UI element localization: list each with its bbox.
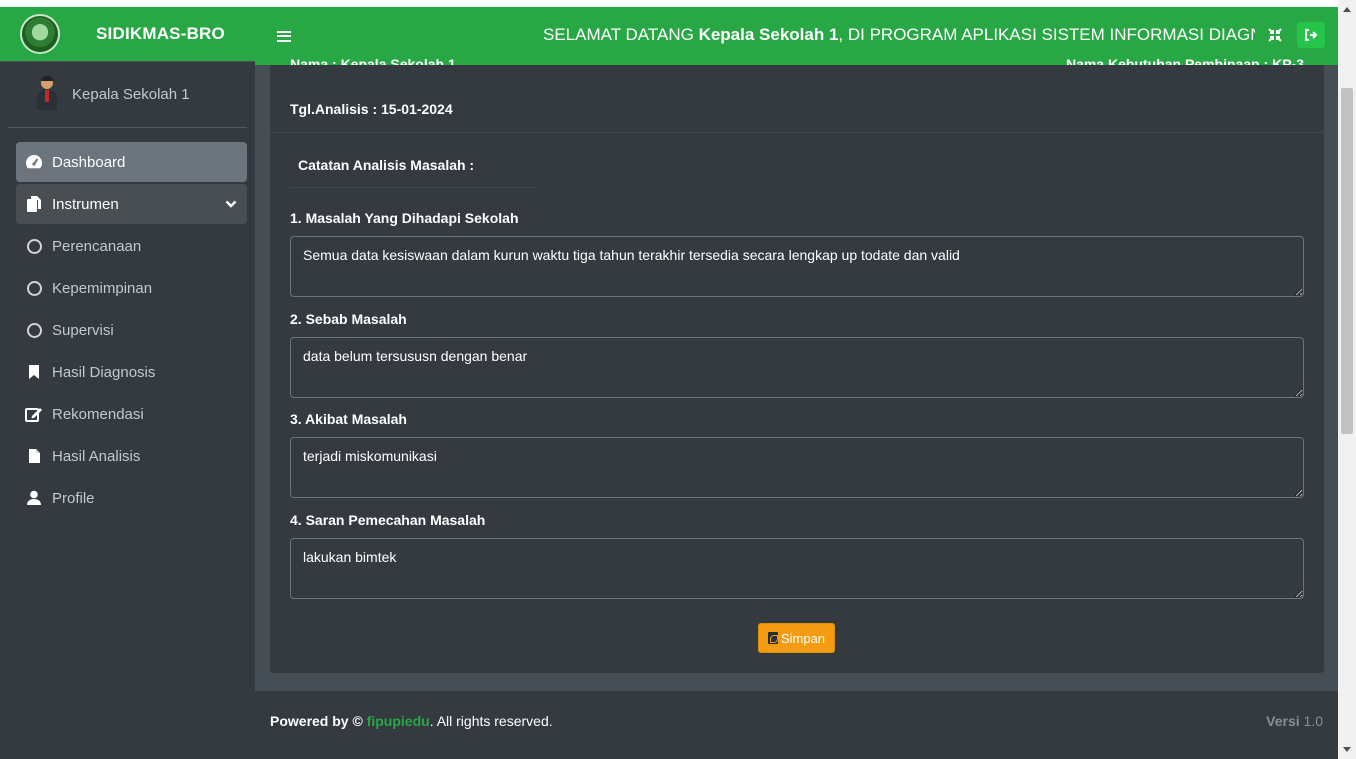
scroll-down-icon[interactable] bbox=[1343, 747, 1351, 752]
question-label-2: 2. Sebab Masalah bbox=[290, 311, 407, 327]
fullscreen-compress-icon[interactable] bbox=[1261, 22, 1289, 48]
welcome-text: SELAMAT DATANG Kepala Sekolah 1, DI PROG… bbox=[543, 25, 1255, 44]
divider bbox=[290, 187, 536, 188]
sidebar-item-label: Supervisi bbox=[52, 321, 114, 339]
footer-version: Versi 1.0 bbox=[1266, 713, 1323, 729]
circle-icon bbox=[24, 236, 44, 256]
sidebar-item-instrumen[interactable]: Instrumen bbox=[16, 184, 247, 224]
page-scrollbar[interactable] bbox=[1338, 0, 1356, 759]
brand-logo-icon bbox=[20, 14, 60, 54]
question-label-1: 1. Masalah Yang Dihadapi Sekolah bbox=[290, 210, 519, 226]
question-label-3: 3. Akibat Masalah bbox=[290, 411, 407, 427]
bookmark-icon bbox=[24, 362, 44, 382]
sidebar-item-label: Instrumen bbox=[52, 195, 119, 213]
edit-icon bbox=[24, 404, 44, 424]
avatar bbox=[36, 75, 58, 113]
footer-link[interactable]: fipupiedu bbox=[367, 713, 430, 729]
save-button[interactable]: Simpan bbox=[758, 623, 835, 653]
user-icon bbox=[24, 488, 44, 508]
save-button-label: Simpan bbox=[780, 630, 826, 646]
sidebar-item-kepemimpinan[interactable]: Kepemimpinan bbox=[16, 268, 247, 308]
file-icon bbox=[24, 446, 44, 466]
notes-title: Catatan Analisis Masalah : bbox=[298, 157, 475, 173]
sidebar-item-hasil-diagnosis[interactable]: Hasil Diagnosis bbox=[16, 352, 247, 392]
analysis-card: Nama : Kepala Sekolah 1 Nama Kebutuhan P… bbox=[270, 57, 1324, 673]
sidebar: SIDIKMAS-BRO Kepala Sekolah 1 Dashboard … bbox=[0, 7, 255, 759]
copy-icon bbox=[24, 194, 44, 214]
divider bbox=[270, 132, 1324, 133]
brand-title: SIDIKMAS-BRO bbox=[96, 24, 225, 43]
sidebar-item-label: Rekomendasi bbox=[52, 405, 144, 423]
welcome-user: Kepala Sekolah 1 bbox=[698, 25, 839, 44]
question-label-4: 4. Saran Pemecahan Masalah bbox=[290, 512, 486, 528]
footer-credit: Powered by © fipupiedu. All rights reser… bbox=[270, 713, 553, 729]
sebab-textarea[interactable]: data belum tersususn dengan benar bbox=[290, 337, 1304, 398]
scroll-up-icon[interactable] bbox=[1343, 7, 1351, 12]
akibat-textarea[interactable]: terjadi miskomunikasi bbox=[290, 437, 1304, 498]
chevron-down-icon bbox=[225, 196, 237, 213]
saran-textarea[interactable]: lakukan bimtek bbox=[290, 538, 1304, 599]
user-panel[interactable]: Kepala Sekolah 1 bbox=[8, 62, 247, 128]
window-top-strip bbox=[0, 0, 1356, 7]
user-name: Kepala Sekolah 1 bbox=[72, 86, 190, 103]
circle-icon bbox=[24, 278, 44, 298]
sidebar-item-label: Profile bbox=[52, 489, 95, 507]
tachometer-icon bbox=[24, 152, 44, 172]
brand-link[interactable]: SIDIKMAS-BRO bbox=[0, 7, 255, 62]
menu-toggle-icon[interactable] bbox=[277, 30, 291, 42]
sidebar-item-label: Hasil Diagnosis bbox=[52, 363, 156, 381]
sidebar-nav: Dashboard Instrumen Perencanaan Kepemimp… bbox=[0, 128, 255, 518]
file-pdf-icon bbox=[767, 632, 778, 644]
kepala-sekolah-name: Nama : Kepala Sekolah 1 bbox=[290, 57, 456, 65]
analysis-date: Tgl.Analisis : 15-01-2024 bbox=[290, 101, 453, 117]
sidebar-item-dashboard[interactable]: Dashboard bbox=[16, 142, 247, 182]
sidebar-item-label: Kepemimpinan bbox=[52, 279, 153, 297]
sidebar-item-perencanaan[interactable]: Perencanaan bbox=[16, 226, 247, 266]
sidebar-item-label: Hasil Analisis bbox=[52, 447, 141, 465]
kebutuhan-pembinaan: Nama Kebutuhan Pembinaan : KP-3 bbox=[1065, 57, 1304, 65]
masalah-textarea[interactable]: Semua data kesiswaan dalam kurun waktu t… bbox=[290, 236, 1304, 297]
sidebar-item-rekomendasi[interactable]: Rekomendasi bbox=[16, 394, 247, 434]
sidebar-item-profile[interactable]: Profile bbox=[16, 478, 247, 518]
sidebar-item-supervisi[interactable]: Supervisi bbox=[16, 310, 247, 350]
scrollbar-thumb[interactable] bbox=[1341, 88, 1353, 434]
sidebar-item-label: Dashboard bbox=[52, 153, 126, 171]
logout-icon[interactable] bbox=[1297, 22, 1325, 48]
sidebar-item-hasil-analisis[interactable]: Hasil Analisis bbox=[16, 436, 247, 476]
circle-icon bbox=[24, 320, 44, 340]
sidebar-item-label: Perencanaan bbox=[52, 237, 142, 255]
footer: Powered by © fipupiedu. All rights reser… bbox=[255, 690, 1338, 759]
